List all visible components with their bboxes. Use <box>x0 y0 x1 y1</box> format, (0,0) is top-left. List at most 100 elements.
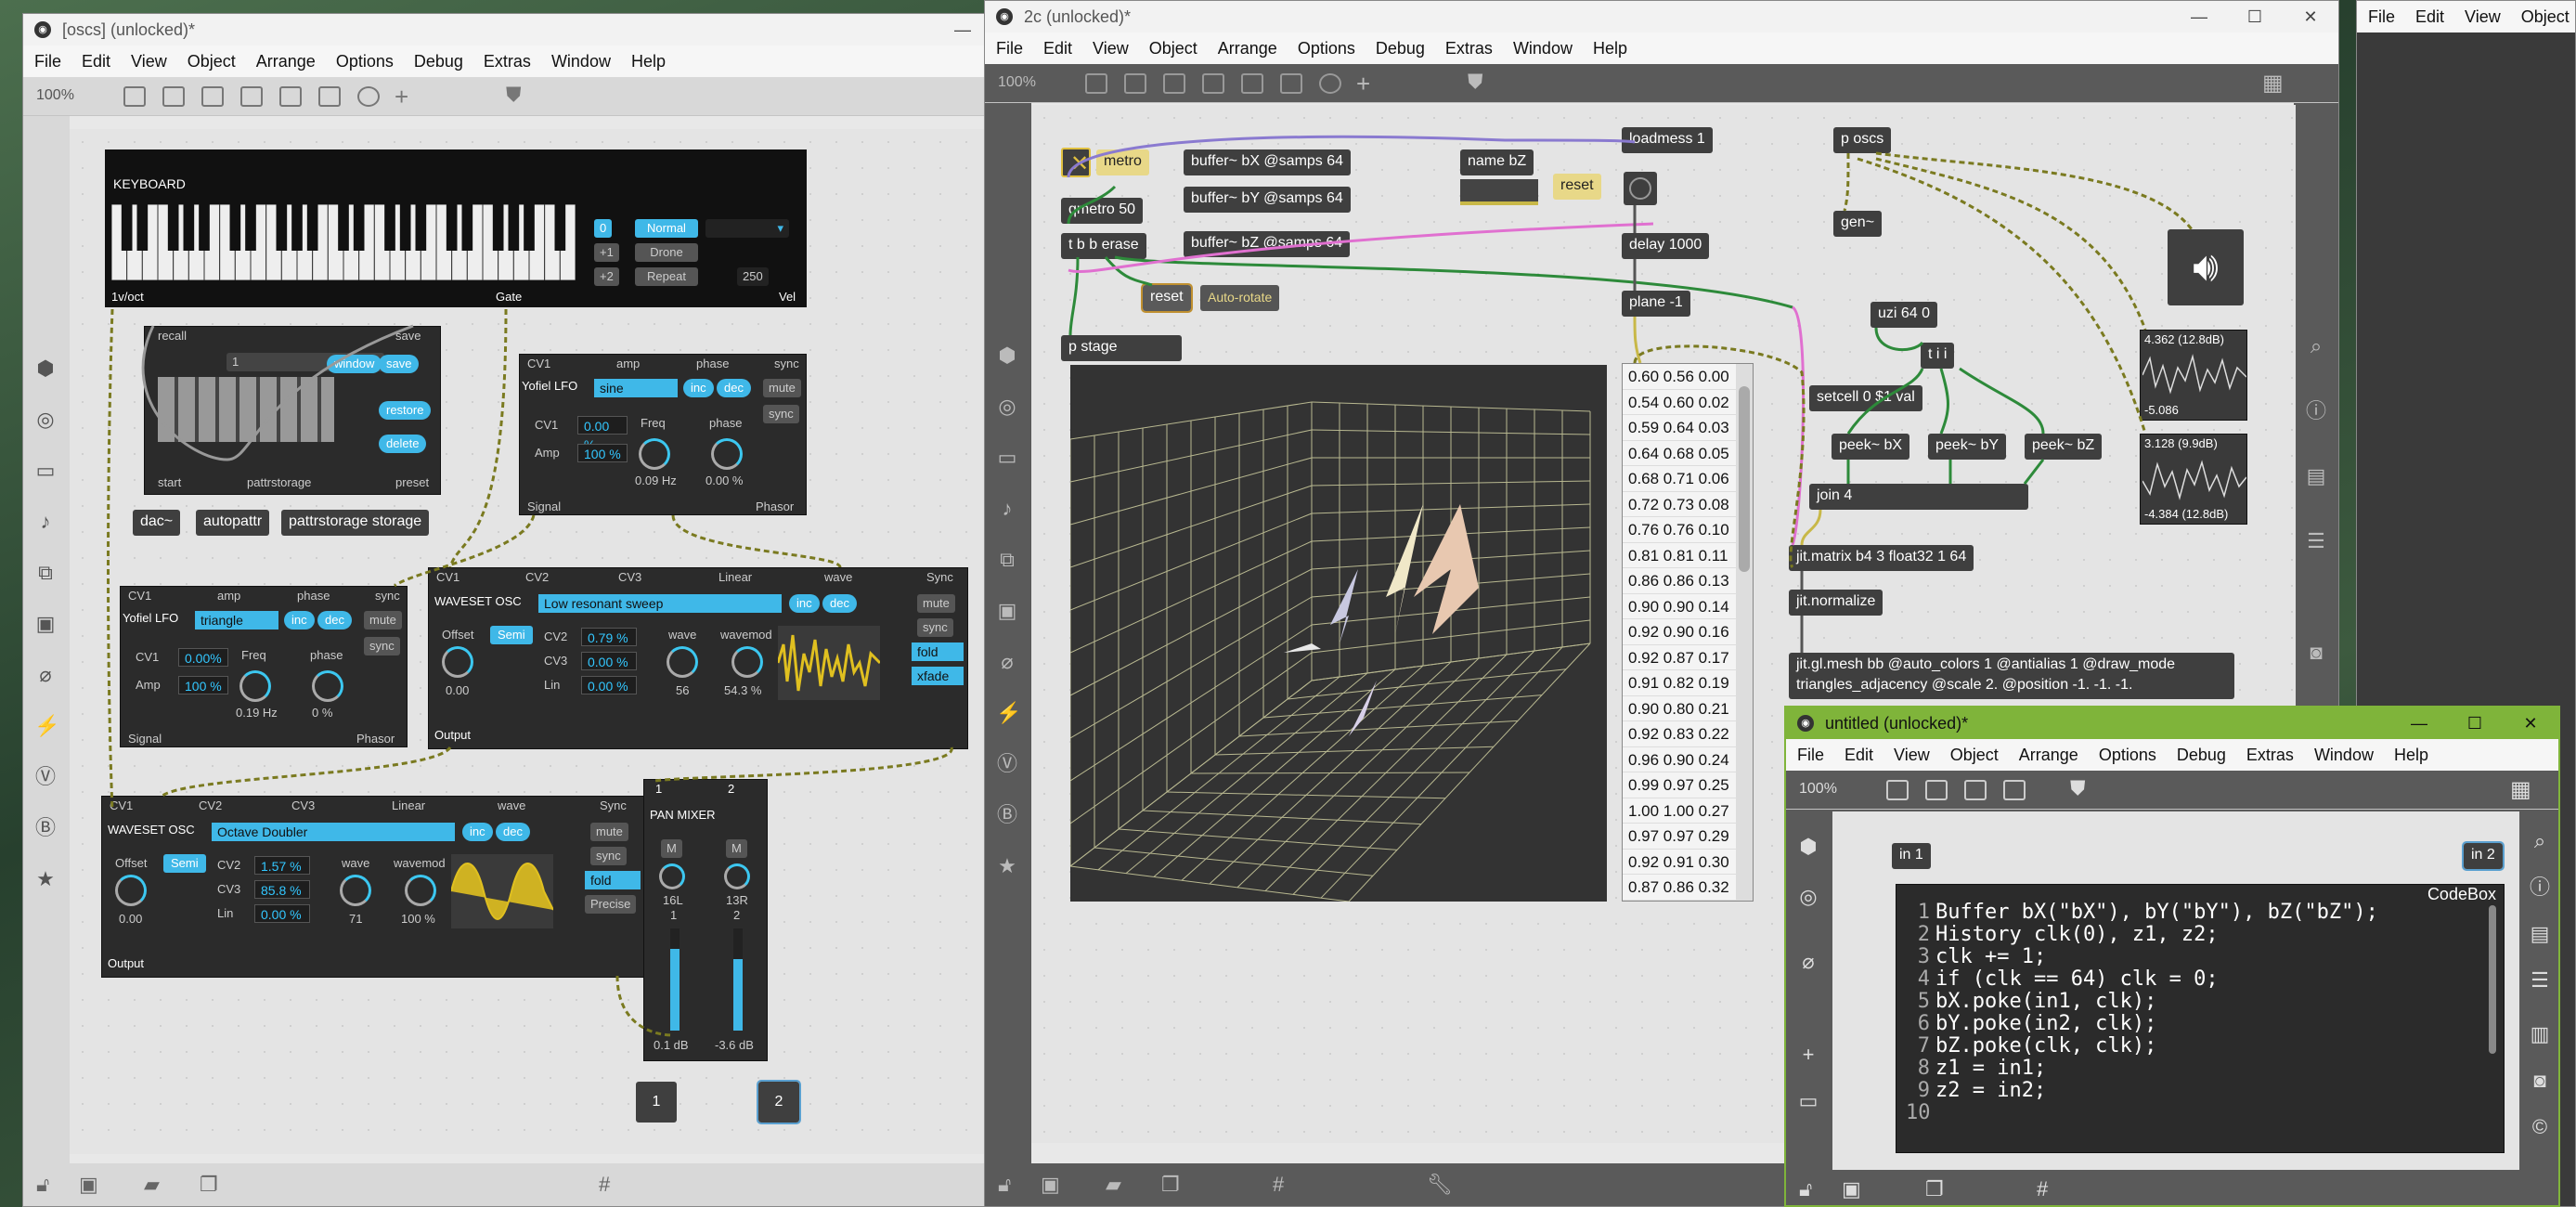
osc1-cv2-number[interactable]: 0.79 % <box>581 628 637 646</box>
jit-matrix-object[interactable]: jit.matrix b4 3 float32 1 64 <box>1789 545 1974 571</box>
keyboard-dropdown[interactable]: ▾ <box>705 219 789 238</box>
paint-bucket-icon[interactable]: ⛊ <box>2070 776 2086 800</box>
codebox-object[interactable]: CodeBox 1 Buffer bX("bX"), bY("bY"), bZ("… <box>1896 884 2505 1153</box>
waveset-osc2-module[interactable]: CV1 CV2 CV3 Linear wave Sync WAVESET OSC… <box>101 796 649 978</box>
peek-bz-object[interactable]: peek~ bZ <box>2025 434 2103 460</box>
osc1-offset-knob[interactable] <box>442 646 473 678</box>
osc2-preset-dropdown[interactable]: Octave Doubler <box>212 823 455 841</box>
grid-icon[interactable]: # <box>1273 1173 1284 1197</box>
osc2-cv2-number[interactable]: 1.57 % <box>254 856 310 875</box>
lfo2-cv1-number[interactable]: 0.00% <box>178 648 228 667</box>
menu-arrange[interactable]: Arrange <box>1218 39 1277 58</box>
docs-icon[interactable]: ▥ <box>2529 1023 2551 1045</box>
delete-button[interactable]: delete <box>379 435 427 453</box>
p-oscs-object[interactable]: p oscs <box>1833 127 1892 153</box>
pattr-module[interactable]: recall save 1 window save restore delete… <box>144 326 441 495</box>
cell-row[interactable]: 0.54 0.60 0.02 <box>1623 390 1753 415</box>
comment-bubble-icon[interactable]: ▰ <box>144 1173 160 1197</box>
lfo1-freq-knob[interactable] <box>639 438 670 470</box>
menu-debug[interactable]: Debug <box>414 52 463 71</box>
button-icon[interactable] <box>1202 73 1224 94</box>
menu-window[interactable]: Window <box>551 52 611 71</box>
cell-row[interactable]: 0.92 0.83 0.22 <box>1623 721 1753 747</box>
waveform-mini[interactable] <box>1460 179 1538 205</box>
lfo2-module[interactable]: CV1 amp phase sync Yofiel LFO triangle i… <box>120 586 408 747</box>
cube-icon[interactable]: ⬢ <box>1797 836 1819 858</box>
jit-pwindow-3d-view[interactable] <box>1070 365 1607 902</box>
lfo2-phase-knob[interactable] <box>312 670 343 702</box>
menu-help[interactable]: Help <box>1593 39 1627 58</box>
autorotate-message[interactable]: Auto-rotate <box>1200 285 1280 311</box>
lfo2-sync-button[interactable]: sync <box>364 637 400 655</box>
gen-object[interactable]: gen~ <box>1833 211 1883 237</box>
codebox-editor[interactable]: 1 Buffer bX("bX"), bY("bY"), bZ("bZ"); 2 Hi… <box>1906 902 2463 1124</box>
v-icon[interactable]: Ⓥ <box>34 766 57 788</box>
toggle-icon[interactable] <box>1163 73 1185 94</box>
menu-debug[interactable]: Debug <box>2177 746 2226 764</box>
b-icon[interactable]: Ⓑ <box>996 804 1018 826</box>
maximize-icon[interactable]: ☐ <box>2227 1 2283 32</box>
osc2-precise-button[interactable]: Precise <box>585 895 637 914</box>
osc2-mute-button[interactable]: mute <box>590 823 628 841</box>
tuner-icon[interactable]: ⧉ <box>996 549 1018 571</box>
peek-by-object[interactable]: peek~ bY <box>1928 434 2007 460</box>
list-lines-icon[interactable]: ☰ <box>2529 969 2551 992</box>
presentation-icon[interactable] <box>1085 73 1107 94</box>
image-icon[interactable]: ▣ <box>34 613 57 635</box>
image-icon[interactable]: ▣ <box>996 600 1018 622</box>
wrench-icon[interactable]: 🔧︎ <box>1427 1173 1453 1197</box>
paint-bucket-icon[interactable]: ⛊ <box>506 83 522 107</box>
lfo1-mute-button[interactable]: mute <box>763 379 801 397</box>
panmixer-pan-knob-2[interactable] <box>724 863 750 889</box>
reset-message[interactable]: reset <box>1141 283 1193 313</box>
oscs-titlebar[interactable]: ◉ [oscs] (unlocked)* — <box>23 14 990 45</box>
book-icon[interactable]: ▤ <box>2305 465 2327 487</box>
autopattr-object[interactable]: autopattr <box>196 510 270 536</box>
menu-window[interactable]: Window <box>1513 39 1573 58</box>
lfo1-wave-dropdown[interactable]: sine <box>594 379 678 397</box>
menu-object[interactable]: Object <box>2521 7 2570 26</box>
jit-gl-mesh-object[interactable]: jit.gl.mesh bb @auto_colors 1 @antialias… <box>1789 653 2234 699</box>
code-line[interactable]: 10 <box>1906 1102 2463 1124</box>
tuner-icon[interactable]: ⧉ <box>34 562 57 584</box>
osc2-semi-button[interactable]: Semi <box>163 854 206 873</box>
window-button[interactable]: window <box>327 355 382 373</box>
buffer-by-object[interactable]: buffer~ bY @samps 64 <box>1184 187 1351 213</box>
lfo2-freq-knob[interactable] <box>239 670 271 702</box>
cell-row[interactable]: 0.96 0.90 0.24 <box>1623 747 1753 772</box>
osc2-offset-knob[interactable] <box>115 875 147 906</box>
music-note-icon[interactable]: ♪ <box>34 511 57 533</box>
cell-row[interactable]: 0.99 0.97 0.25 <box>1623 772 1753 798</box>
layers-icon[interactable]: ❐ <box>1925 1177 1944 1201</box>
ezdac-speaker[interactable]: 🔊︎ <box>2168 229 2244 305</box>
code-line[interactable]: 6 bY.poke(in2, clk); <box>1906 1013 2463 1035</box>
osc1-preset-dropdown[interactable]: Low resonant sweep <box>538 594 782 613</box>
osc1-wave-knob[interactable] <box>667 646 698 678</box>
mode-normal[interactable]: Normal <box>635 219 698 238</box>
menu-edit[interactable]: Edit <box>1845 746 1873 764</box>
setcell-object[interactable]: setcell 0 $1 val <box>1809 385 1922 411</box>
pan-mixer-module[interactable]: 1 2 PAN MIXER M M 16L 1 13R 2 0.1 dB -3.… <box>643 779 768 1061</box>
presentation-mode-icon[interactable]: ▣ <box>1842 1177 1861 1201</box>
scope-1[interactable]: 4.362 (12.8dB) -5.086 <box>2140 330 2247 421</box>
osc2-lin-number[interactable]: 0.00 % <box>254 904 310 923</box>
lfo2-inc-button[interactable]: inc <box>284 611 315 629</box>
dial-icon[interactable] <box>1319 73 1341 94</box>
osc2-dec-button[interactable]: dec <box>496 823 530 841</box>
menu-edit[interactable]: Edit <box>2415 7 2444 26</box>
lfo1-phase-knob[interactable] <box>711 438 743 470</box>
menu-object[interactable]: Object <box>188 52 236 71</box>
minimize-icon[interactable]: — <box>2171 1 2227 32</box>
osc2-fold-dropdown[interactable]: fold <box>585 871 641 889</box>
comment-bubble-icon[interactable]: ▰ <box>1106 1173 1121 1197</box>
lfo2-wave-dropdown[interactable]: triangle <box>195 611 278 629</box>
zoom-level[interactable]: 100% <box>36 87 74 104</box>
list-icon[interactable]: ▭ <box>996 447 1018 469</box>
menu-debug[interactable]: Debug <box>1376 39 1425 58</box>
minimize-icon[interactable]: — <box>935 14 990 45</box>
untitled-titlebar[interactable]: ◉ untitled (unlocked)* — ☐ ✕ <box>1786 707 2558 739</box>
codebox-scrollbar[interactable] <box>2489 905 2496 1054</box>
cell-row[interactable]: 0.90 0.80 0.21 <box>1623 696 1753 721</box>
osc1-wavemod-knob[interactable] <box>731 646 763 678</box>
search-icon[interactable]: ⌕ <box>2529 830 2551 852</box>
